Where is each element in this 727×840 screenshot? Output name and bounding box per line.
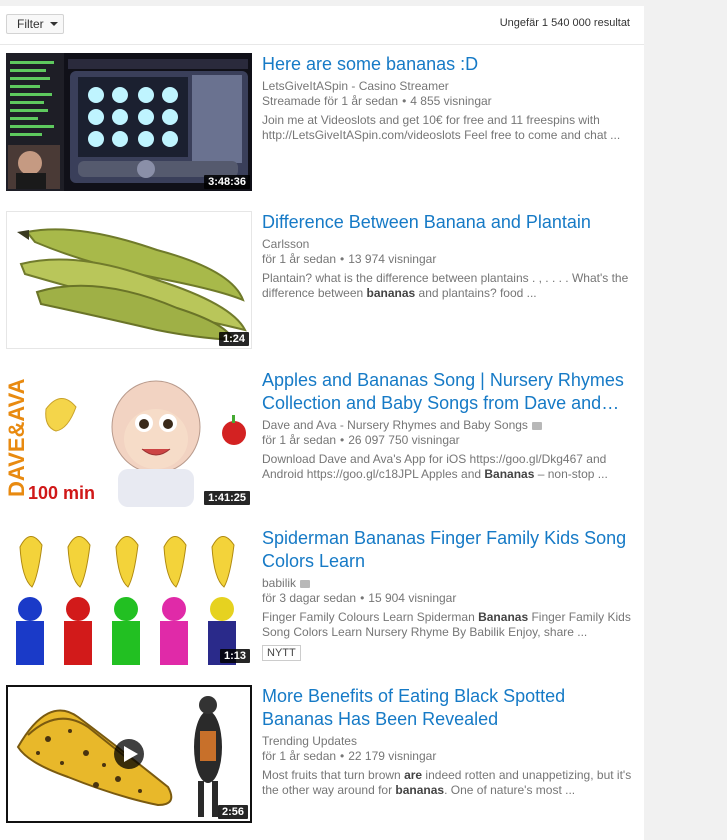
upload-age: för 1 år sedan (262, 749, 337, 763)
video-info: Apples and Bananas Song | Nursery Rhymes… (262, 369, 634, 482)
video-title[interactable]: Spiderman Bananas Finger Family Kids Son… (262, 527, 634, 573)
video-thumbnail[interactable]: 1:13 (6, 527, 252, 665)
filter-button[interactable]: Filter (6, 14, 64, 34)
view-count: 13 974 visningar (348, 252, 437, 266)
video-title[interactable]: Here are some bananas :D (262, 53, 634, 76)
upload-age: för 1 år sedan (262, 252, 337, 266)
video-duration: 1:41:25 (204, 491, 250, 505)
description-text: and plantains? food ... (415, 286, 537, 300)
video-info: More Benefits of Eating Black Spotted Ba… (262, 685, 634, 798)
view-count: 4 855 visningar (410, 94, 492, 108)
video-duration: 3:48:36 (204, 175, 250, 189)
casino-stream-thumbnail-image (6, 53, 252, 191)
chevron-down-icon (49, 22, 58, 26)
video-info: Spiderman Bananas Finger Family Kids Son… (262, 527, 634, 661)
separator-dot: • (340, 252, 345, 266)
video-description: Join me at Videoslots and get 10€ for fr… (262, 113, 634, 143)
separator-dot: • (360, 591, 365, 605)
description-highlight: bananas (395, 783, 445, 797)
video-description: Download Dave and Ava's App for iOS http… (262, 452, 634, 482)
video-thumbnail[interactable]: 3:48:36 (6, 53, 252, 191)
separator-dot: • (340, 433, 345, 447)
video-info: Here are some bananas :D LetsGiveItASpin… (262, 53, 634, 143)
channel-name[interactable]: babilik (262, 576, 296, 590)
video-meta: för 1 år sedan • 22 179 visningar (262, 749, 634, 764)
description-highlight: are (404, 768, 423, 782)
view-count: 22 179 visningar (348, 749, 437, 763)
separator-dot: • (340, 749, 345, 763)
verified-icon (531, 421, 542, 430)
video-thumbnail[interactable]: 2:56 (6, 685, 252, 823)
verified-icon (300, 579, 311, 588)
video-description: Plantain? what is the difference between… (262, 271, 634, 301)
search-results-panel: Filter Ungefär 1 540 000 resultat 3:48:3… (0, 6, 644, 840)
video-duration: 1:13 (219, 649, 250, 663)
spotted-banana-thumbnail-image (8, 687, 250, 821)
video-duration: 2:56 (217, 805, 248, 819)
channel-name[interactable]: Carlsson (262, 237, 634, 252)
video-description: Finger Family Colours Learn Spiderman Ba… (262, 610, 634, 640)
filter-label: Filter (17, 17, 44, 31)
description-text: . One of nature's most ... (444, 783, 576, 797)
video-result: 1:24 Difference Between Banana and Plant… (6, 211, 636, 351)
upload-age: för 3 dagar sedan (262, 591, 357, 605)
description-text: Finger Family Colours Learn Spiderman (262, 610, 479, 624)
channel-name[interactable]: Trending Updates (262, 734, 634, 749)
channel-row: babilik (262, 576, 634, 591)
description-highlight: Bananas (484, 467, 535, 481)
spiderman-bananas-thumbnail-image (6, 527, 252, 665)
separator-dot: • (402, 94, 407, 108)
video-result: 3:48:36 Here are some bananas :D LetsGiv… (6, 53, 636, 193)
video-meta: för 1 år sedan • 13 974 visningar (262, 252, 634, 267)
upload-age: för 1 år sedan (262, 433, 337, 447)
video-description: Most fruits that turn brown are indeed r… (262, 768, 634, 798)
description-text: Most fruits that turn brown (262, 768, 405, 782)
video-result: 2:56 More Benefits of Eating Black Spott… (6, 685, 636, 825)
channel-name[interactable]: Dave and Ava - Nursery Rhymes and Baby S… (262, 418, 528, 432)
channel-name[interactable]: LetsGiveItASpin - Casino Streamer (262, 79, 634, 94)
description-highlight: Bananas (478, 610, 529, 624)
channel-logo: DAVE&AVA (6, 378, 29, 497)
view-count: 26 097 750 visningar (348, 433, 460, 447)
video-meta: för 3 dagar sedan • 15 904 visningar (262, 591, 634, 606)
video-title[interactable]: Difference Between Banana and Plantain (262, 211, 634, 234)
plantain-thumbnail-image (7, 212, 251, 348)
video-title[interactable]: Apples and Bananas Song | Nursery Rhymes… (262, 369, 634, 415)
result-count: Ungefär 1 540 000 resultat (499, 17, 630, 29)
view-count: 15 904 visningar (368, 591, 457, 605)
video-info: Difference Between Banana and Plantain C… (262, 211, 634, 301)
video-meta: Streamade för 1 år sedan • 4 855 visningar (262, 94, 634, 109)
video-duration: 1:24 (218, 332, 249, 346)
video-thumbnail[interactable]: 100 min DAVE&AVA 1:41:25 (6, 369, 252, 507)
video-thumbnail[interactable]: 1:24 (6, 211, 252, 349)
channel-row: Dave and Ava - Nursery Rhymes and Baby S… (262, 418, 634, 433)
description-text: Join me at Videoslots and get 10€ for fr… (262, 113, 621, 142)
thumbnail-overlay-text: 100 min (28, 483, 95, 503)
description-highlight: bananas (366, 286, 416, 300)
video-title[interactable]: More Benefits of Eating Black Spotted Ba… (262, 685, 634, 731)
results-toolbar: Filter Ungefär 1 540 000 resultat (0, 6, 644, 45)
new-badge: NYTT (262, 645, 301, 661)
video-result: 1:13 Spiderman Bananas Finger Family Kid… (6, 527, 636, 667)
dave-and-ava-thumbnail-image: 100 min DAVE&AVA (6, 369, 252, 507)
video-meta: för 1 år sedan • 26 097 750 visningar (262, 433, 634, 448)
description-text: – non-stop ... (534, 467, 608, 481)
video-result: 100 min DAVE&AVA 1:41:25 Apples and Bana… (6, 369, 636, 509)
upload-age: Streamade för 1 år sedan (262, 94, 399, 108)
